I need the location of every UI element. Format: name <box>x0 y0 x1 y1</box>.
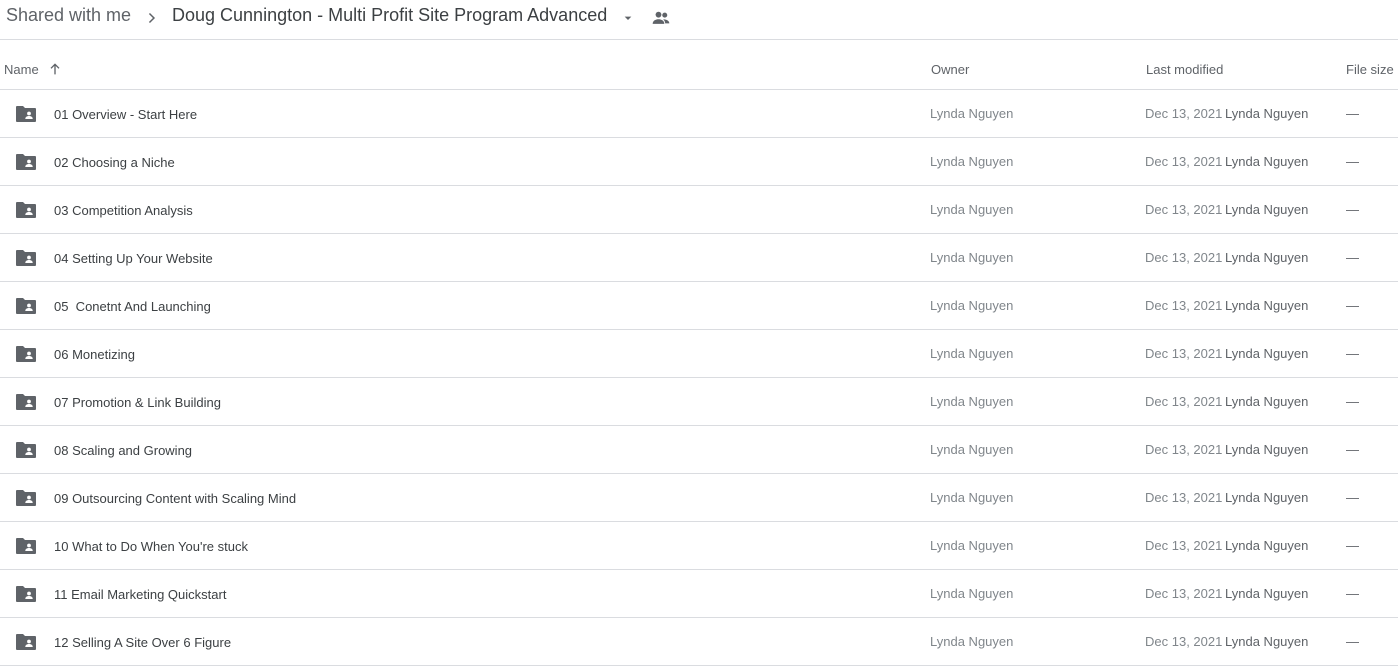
caret-down-icon[interactable] <box>620 10 636 26</box>
shared-folder-icon <box>16 250 36 266</box>
file-size: — <box>1346 394 1359 409</box>
file-size: — <box>1346 346 1359 361</box>
shared-folder-icon <box>16 442 36 458</box>
shared-folder-icon <box>16 346 36 362</box>
modified-date: Dec 13, 2021 <box>1145 538 1223 553</box>
column-header-row: Name Owner Last modified File size <box>0 41 1398 90</box>
owner-name: Lynda Nguyen <box>930 394 1014 409</box>
file-name[interactable]: 07 Promotion & Link Building <box>54 395 221 410</box>
owner-name: Lynda Nguyen <box>930 154 1014 169</box>
file-name[interactable]: 05 Conetnt And Launching <box>54 299 211 314</box>
table-row[interactable]: 11 Email Marketing Quickstart Lynda Nguy… <box>0 570 1398 618</box>
modified-by: Lynda Nguyen <box>1225 202 1309 217</box>
file-size: — <box>1346 106 1359 121</box>
modified-by: Lynda Nguyen <box>1225 346 1309 361</box>
file-list: 01 Overview - Start Here Lynda Nguyen De… <box>0 90 1398 666</box>
owner-name: Lynda Nguyen <box>930 346 1014 361</box>
file-size: — <box>1346 154 1359 169</box>
modified-by: Lynda Nguyen <box>1225 442 1309 457</box>
table-row[interactable]: 07 Promotion & Link Building Lynda Nguye… <box>0 378 1398 426</box>
chevron-right-icon <box>148 12 156 24</box>
file-name[interactable]: 01 Overview - Start Here <box>54 107 197 122</box>
file-size: — <box>1346 634 1359 649</box>
file-size: — <box>1346 298 1359 313</box>
column-header-last-modified[interactable]: Last modified <box>1146 62 1223 77</box>
table-row[interactable]: 06 Monetizing Lynda Nguyen Dec 13, 2021 … <box>0 330 1398 378</box>
modified-by: Lynda Nguyen <box>1225 250 1309 265</box>
shared-folder-icon <box>16 154 36 170</box>
breadcrumb-root[interactable]: Shared with me <box>6 5 131 26</box>
file-name[interactable]: 06 Monetizing <box>54 347 135 362</box>
shared-folder-icon <box>16 538 36 554</box>
file-size: — <box>1346 442 1359 457</box>
owner-name: Lynda Nguyen <box>930 490 1014 505</box>
file-size: — <box>1346 538 1359 553</box>
modified-date: Dec 13, 2021 <box>1145 346 1223 361</box>
owner-name: Lynda Nguyen <box>930 634 1014 649</box>
table-row[interactable]: 10 What to Do When You're stuck Lynda Ng… <box>0 522 1398 570</box>
shared-folder-icon <box>16 490 36 506</box>
modified-by: Lynda Nguyen <box>1225 394 1309 409</box>
table-row[interactable]: 04 Setting Up Your Website Lynda Nguyen … <box>0 234 1398 282</box>
modified-date: Dec 13, 2021 <box>1145 490 1223 505</box>
shared-folder-icon <box>16 634 36 650</box>
owner-name: Lynda Nguyen <box>930 442 1014 457</box>
table-row[interactable]: 05 Conetnt And Launching Lynda Nguyen De… <box>0 282 1398 330</box>
file-name[interactable]: 03 Competition Analysis <box>54 203 193 218</box>
file-size: — <box>1346 250 1359 265</box>
table-row[interactable]: 03 Competition Analysis Lynda Nguyen Dec… <box>0 186 1398 234</box>
owner-name: Lynda Nguyen <box>930 538 1014 553</box>
modified-by: Lynda Nguyen <box>1225 490 1309 505</box>
modified-date: Dec 13, 2021 <box>1145 202 1223 217</box>
table-row[interactable]: 08 Scaling and Growing Lynda Nguyen Dec … <box>0 426 1398 474</box>
modified-by: Lynda Nguyen <box>1225 538 1309 553</box>
shared-folder-icon <box>16 106 36 122</box>
shared-folder-icon <box>16 298 36 314</box>
table-row[interactable]: 12 Selling A Site Over 6 Figure Lynda Ng… <box>0 618 1398 666</box>
modified-date: Dec 13, 2021 <box>1145 394 1223 409</box>
modified-by: Lynda Nguyen <box>1225 154 1309 169</box>
breadcrumb-current-folder[interactable]: Doug Cunnington - Multi Profit Site Prog… <box>172 5 607 26</box>
file-name[interactable]: 12 Selling A Site Over 6 Figure <box>54 635 231 650</box>
owner-name: Lynda Nguyen <box>930 106 1014 121</box>
column-header-file-size[interactable]: File size <box>1346 62 1394 77</box>
file-name[interactable]: 04 Setting Up Your Website <box>54 251 213 266</box>
modified-by: Lynda Nguyen <box>1225 634 1309 649</box>
modified-date: Dec 13, 2021 <box>1145 586 1223 601</box>
file-size: — <box>1346 586 1359 601</box>
arrow-up-icon[interactable] <box>47 61 63 77</box>
people-icon <box>652 11 670 24</box>
file-size: — <box>1346 202 1359 217</box>
modified-by: Lynda Nguyen <box>1225 106 1309 121</box>
owner-name: Lynda Nguyen <box>930 298 1014 313</box>
owner-name: Lynda Nguyen <box>930 586 1014 601</box>
file-name[interactable]: 11 Email Marketing Quickstart <box>54 587 226 602</box>
breadcrumb-bar: Shared with me Doug Cunnington - Multi P… <box>0 0 1398 40</box>
column-header-name[interactable]: Name <box>4 62 39 77</box>
modified-by: Lynda Nguyen <box>1225 298 1309 313</box>
modified-date: Dec 13, 2021 <box>1145 154 1223 169</box>
modified-date: Dec 13, 2021 <box>1145 298 1223 313</box>
owner-name: Lynda Nguyen <box>930 202 1014 217</box>
table-row[interactable]: 01 Overview - Start Here Lynda Nguyen De… <box>0 90 1398 138</box>
owner-name: Lynda Nguyen <box>930 250 1014 265</box>
column-header-owner[interactable]: Owner <box>931 62 969 77</box>
file-name[interactable]: 10 What to Do When You're stuck <box>54 539 248 554</box>
file-name[interactable]: 02 Choosing a Niche <box>54 155 175 170</box>
file-size: — <box>1346 490 1359 505</box>
file-name[interactable]: 08 Scaling and Growing <box>54 443 192 458</box>
table-row[interactable]: 09 Outsourcing Content with Scaling Mind… <box>0 474 1398 522</box>
modified-date: Dec 13, 2021 <box>1145 442 1223 457</box>
shared-folder-icon <box>16 586 36 602</box>
modified-date: Dec 13, 2021 <box>1145 634 1223 649</box>
modified-date: Dec 13, 2021 <box>1145 250 1223 265</box>
shared-folder-icon <box>16 394 36 410</box>
modified-date: Dec 13, 2021 <box>1145 106 1223 121</box>
modified-by: Lynda Nguyen <box>1225 586 1309 601</box>
file-name[interactable]: 09 Outsourcing Content with Scaling Mind <box>54 491 296 506</box>
shared-folder-icon <box>16 202 36 218</box>
table-row[interactable]: 02 Choosing a Niche Lynda Nguyen Dec 13,… <box>0 138 1398 186</box>
